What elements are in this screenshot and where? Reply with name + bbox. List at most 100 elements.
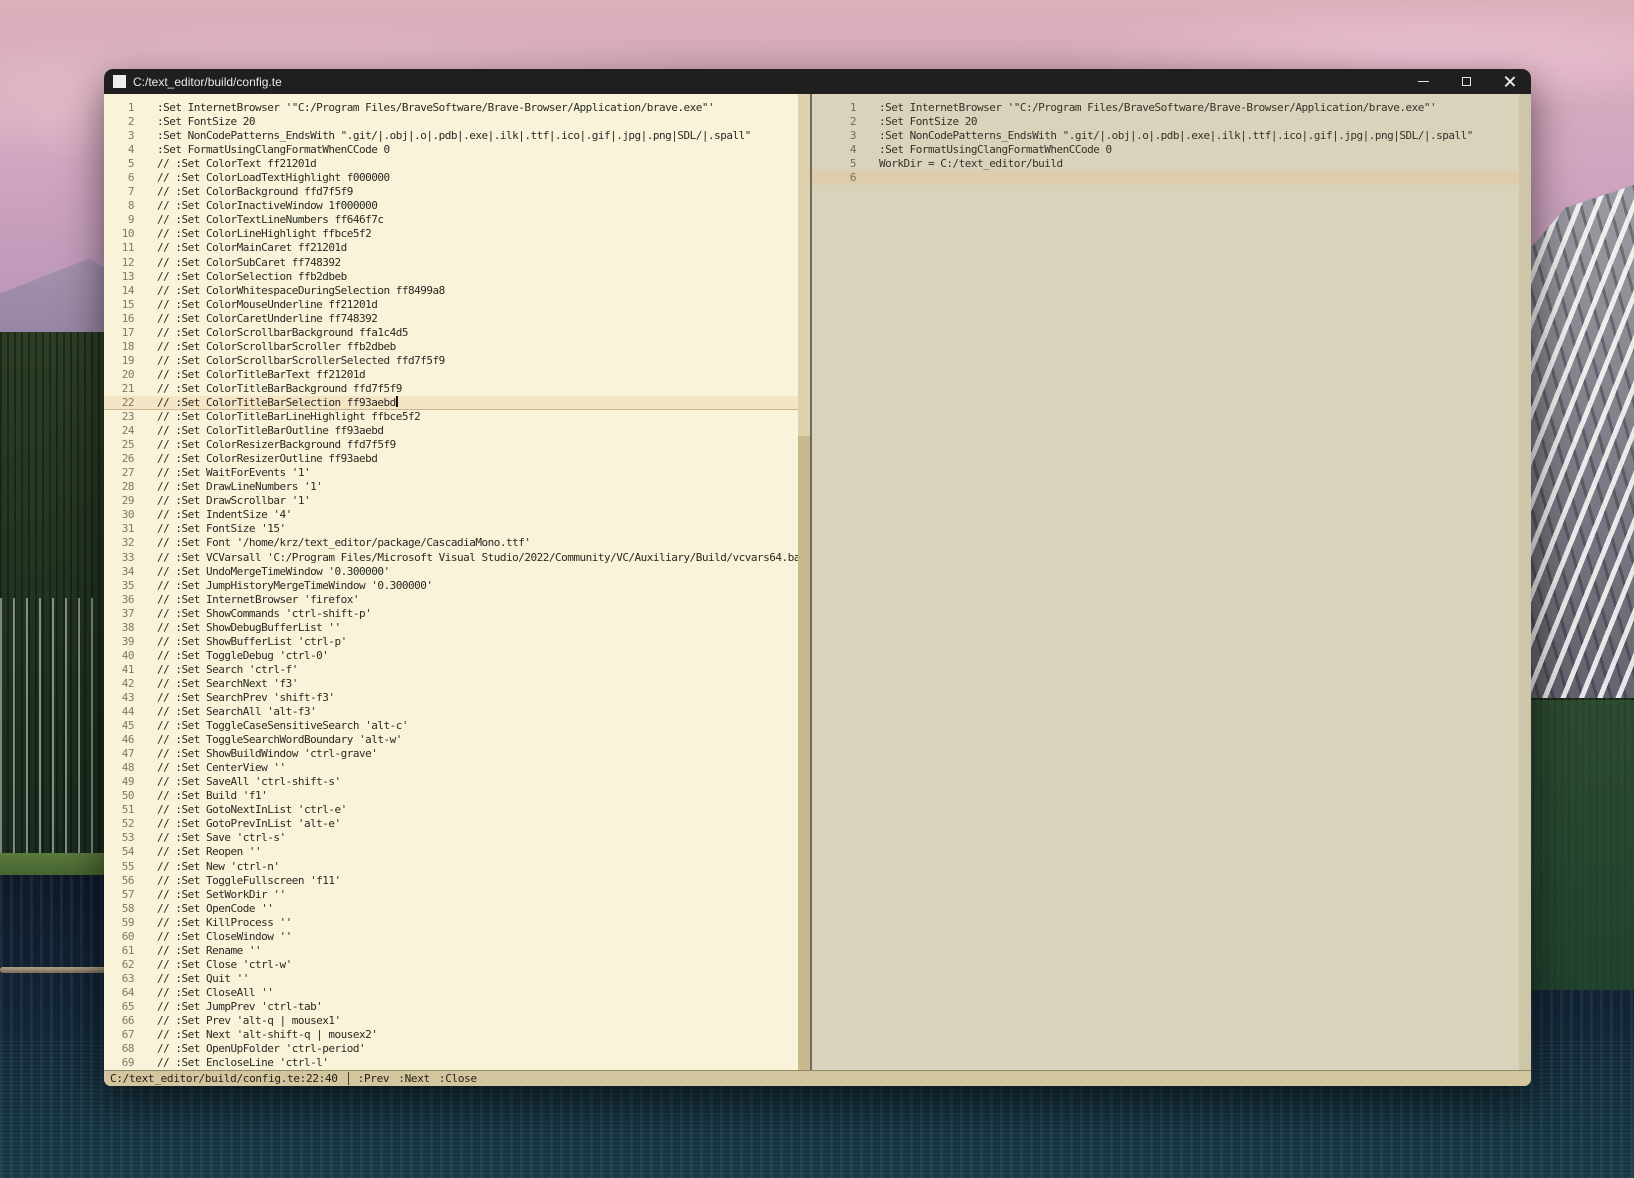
code-line[interactable]: 69 // :Set EncloseLine 'ctrl-l' [104, 1056, 810, 1070]
code-line[interactable]: 18 // :Set ColorScrollbarScroller ffb2db… [104, 340, 810, 354]
code-line[interactable]: 41 // :Set Search 'ctrl-f' [104, 663, 810, 677]
code-line[interactable]: 24 // :Set ColorTitleBarOutline ff93aebd [104, 424, 810, 438]
code-line[interactable]: 27 // :Set WaitForEvents '1' [104, 466, 810, 480]
code-line[interactable]: 49 // :Set SaveAll 'ctrl-shift-s' [104, 775, 810, 789]
app-icon [113, 75, 126, 88]
code-line[interactable]: 32 // :Set Font '/home/krz/text_editor/p… [104, 536, 810, 550]
code-line[interactable]: 23 // :Set ColorTitleBarLineHighlight ff… [104, 410, 810, 424]
code-line[interactable]: 7 // :Set ColorBackground ffd7f5f9 [104, 185, 810, 199]
status-command-close[interactable]: :Close [439, 1072, 477, 1085]
title-bar[interactable]: C:/text_editor/build/config.te [104, 69, 1531, 94]
line-text: // :Set ColorTitleBarSelection ff93aebd [134, 396, 398, 410]
code-line[interactable]: 40 // :Set ToggleDebug 'ctrl-0' [104, 649, 810, 663]
line-number: 44 [104, 705, 134, 719]
code-line[interactable]: 1 :Set InternetBrowser '"C:/Program File… [812, 101, 1531, 115]
code-line[interactable]: 4 :Set FormatUsingClangFormatWhenCCode 0 [104, 143, 810, 157]
code-line[interactable]: 16 // :Set ColorCaretUnderline ff748392 [104, 312, 810, 326]
editor-pane-inactive[interactable]: 1 :Set InternetBrowser '"C:/Program File… [812, 94, 1531, 1070]
code-line[interactable]: 55 // :Set New 'ctrl-n' [104, 860, 810, 874]
code-line[interactable]: 6 [812, 171, 1531, 185]
code-line[interactable]: 42 // :Set SearchNext 'f3' [104, 677, 810, 691]
code-line[interactable]: 26 // :Set ColorResizerOutline ff93aebd [104, 452, 810, 466]
code-line[interactable]: 45 // :Set ToggleCaseSensitiveSearch 'al… [104, 719, 810, 733]
minimize-button[interactable] [1402, 69, 1445, 94]
code-line[interactable]: 22 // :Set ColorTitleBarSelection ff93ae… [104, 396, 810, 410]
code-line[interactable]: 30 // :Set IndentSize '4' [104, 508, 810, 522]
code-line[interactable]: 67 // :Set Next 'alt-shift-q | mousex2' [104, 1028, 810, 1042]
code-line[interactable]: 64 // :Set CloseAll '' [104, 986, 810, 1000]
code-line[interactable]: 61 // :Set Rename '' [104, 944, 810, 958]
maximize-button[interactable] [1445, 69, 1488, 94]
code-line[interactable]: 43 // :Set SearchPrev 'shift-f3' [104, 691, 810, 705]
code-line[interactable]: 44 // :Set SearchAll 'alt-f3' [104, 705, 810, 719]
code-line[interactable]: 34 // :Set UndoMergeTimeWindow '0.300000… [104, 565, 810, 579]
code-line[interactable]: 12 // :Set ColorSubCaret ff748392 [104, 256, 810, 270]
code-line[interactable]: 21 // :Set ColorTitleBarBackground ffd7f… [104, 382, 810, 396]
code-line[interactable]: 68 // :Set OpenUpFolder 'ctrl-period' [104, 1042, 810, 1056]
code-line[interactable]: 46 // :Set ToggleSearchWordBoundary 'alt… [104, 733, 810, 747]
code-line[interactable]: 50 // :Set Build 'f1' [104, 789, 810, 803]
status-command-prev[interactable]: :Prev [358, 1072, 390, 1085]
code-line[interactable]: 52 // :Set GotoPrevInList 'alt-e' [104, 817, 810, 831]
line-text: :Set NonCodePatterns_EndsWith ".git/|.ob… [856, 129, 1473, 143]
line-number: 49 [104, 775, 134, 789]
code-line[interactable]: 8 // :Set ColorInactiveWindow 1f000000 [104, 199, 810, 213]
code-line[interactable]: 39 // :Set ShowBufferList 'ctrl-p' [104, 635, 810, 649]
code-line[interactable]: 47 // :Set ShowBuildWindow 'ctrl-grave' [104, 747, 810, 761]
editor-pane-active[interactable]: 1 :Set InternetBrowser '"C:/Program File… [104, 94, 810, 1070]
code-line[interactable]: 3 :Set NonCodePatterns_EndsWith ".git/|.… [812, 129, 1531, 143]
code-line[interactable]: 51 // :Set GotoNextInList 'ctrl-e' [104, 803, 810, 817]
code-line[interactable]: 15 // :Set ColorMouseUnderline ff21201d [104, 298, 810, 312]
code-line[interactable]: 3 :Set NonCodePatterns_EndsWith ".git/|.… [104, 129, 810, 143]
line-number: 62 [104, 958, 134, 972]
code-line[interactable]: 4 :Set FormatUsingClangFormatWhenCCode 0 [812, 143, 1531, 157]
line-text: // :Set SetWorkDir '' [134, 888, 286, 902]
code-line[interactable]: 53 // :Set Save 'ctrl-s' [104, 831, 810, 845]
code-line[interactable]: 5 // :Set ColorText ff21201d [104, 157, 810, 171]
code-line[interactable]: 1 :Set InternetBrowser '"C:/Program File… [104, 101, 810, 115]
code-line[interactable]: 17 // :Set ColorScrollbarBackground ffa1… [104, 326, 810, 340]
code-line[interactable]: 63 // :Set Quit '' [104, 972, 810, 986]
code-line[interactable]: 57 // :Set SetWorkDir '' [104, 888, 810, 902]
code-line[interactable]: 35 // :Set JumpHistoryMergeTimeWindow '0… [104, 579, 810, 593]
code-line[interactable]: 66 // :Set Prev 'alt-q | mousex1' [104, 1014, 810, 1028]
code-line[interactable]: 28 // :Set DrawLineNumbers '1' [104, 480, 810, 494]
code-area[interactable]: 1 :Set InternetBrowser '"C:/Program File… [104, 94, 810, 1070]
code-line[interactable]: 13 // :Set ColorSelection ffb2dbeb [104, 270, 810, 284]
code-line[interactable]: 65 // :Set JumpPrev 'ctrl-tab' [104, 1000, 810, 1014]
code-line[interactable]: 58 // :Set OpenCode '' [104, 902, 810, 916]
code-line[interactable]: 59 // :Set KillProcess '' [104, 916, 810, 930]
code-line[interactable]: 5 WorkDir = C:/text_editor/build [812, 157, 1531, 171]
code-line[interactable]: 38 // :Set ShowDebugBufferList '' [104, 621, 810, 635]
code-line[interactable]: 19 // :Set ColorScrollbarScrollerSelecte… [104, 354, 810, 368]
code-line[interactable]: 60 // :Set CloseWindow '' [104, 930, 810, 944]
code-line[interactable]: 36 // :Set InternetBrowser 'firefox' [104, 593, 810, 607]
line-number: 61 [104, 944, 134, 958]
code-line[interactable]: 2 :Set FontSize 20 [104, 115, 810, 129]
code-line[interactable]: 29 // :Set DrawScrollbar '1' [104, 494, 810, 508]
scrollbar-thumb[interactable] [798, 94, 810, 436]
line-number: 1 [104, 101, 134, 115]
code-line[interactable]: 62 // :Set Close 'ctrl-w' [104, 958, 810, 972]
line-text: // :Set VCVarsall 'C:/Program Files/Micr… [134, 551, 810, 565]
status-command-next[interactable]: :Next [398, 1072, 430, 1085]
close-button[interactable] [1488, 69, 1531, 94]
code-line[interactable]: 2 :Set FontSize 20 [812, 115, 1531, 129]
code-line[interactable]: 6 // :Set ColorLoadTextHighlight f000000 [104, 171, 810, 185]
code-area[interactable]: 1 :Set InternetBrowser '"C:/Program File… [812, 94, 1531, 1070]
code-line[interactable]: 11 // :Set ColorMainCaret ff21201d [104, 241, 810, 255]
code-line[interactable]: 54 // :Set Reopen '' [104, 845, 810, 859]
scrollbar[interactable] [1519, 94, 1531, 1070]
code-line[interactable]: 37 // :Set ShowCommands 'ctrl-shift-p' [104, 607, 810, 621]
code-line[interactable]: 48 // :Set CenterView '' [104, 761, 810, 775]
code-line[interactable]: 33 // :Set VCVarsall 'C:/Program Files/M… [104, 551, 810, 565]
code-line[interactable]: 9 // :Set ColorTextLineNumbers ff646f7c [104, 213, 810, 227]
code-line[interactable]: 14 // :Set ColorWhitespaceDuringSelectio… [104, 284, 810, 298]
code-line[interactable]: 31 // :Set FontSize '15' [104, 522, 810, 536]
line-number: 15 [104, 298, 134, 312]
code-line[interactable]: 20 // :Set ColorTitleBarText ff21201d [104, 368, 810, 382]
code-line[interactable]: 56 // :Set ToggleFullscreen 'f11' [104, 874, 810, 888]
code-line[interactable]: 10 // :Set ColorLineHighlight ffbce5f2 [104, 227, 810, 241]
code-line[interactable]: 25 // :Set ColorResizerBackground ffd7f5… [104, 438, 810, 452]
scrollbar[interactable] [798, 94, 810, 1070]
